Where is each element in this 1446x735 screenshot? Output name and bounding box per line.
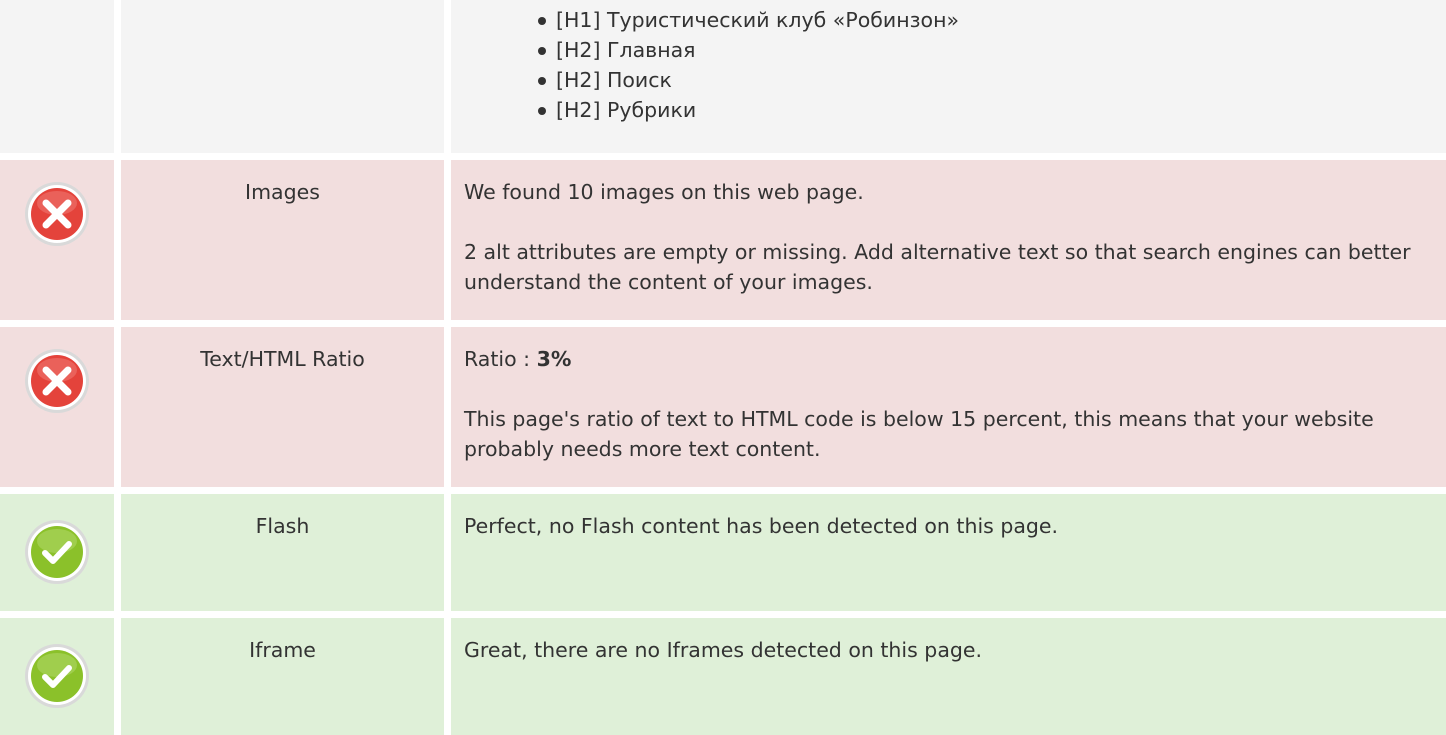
iframe-summary: Great, there are no Iframes detected on … — [464, 638, 983, 662]
images-label: Images — [245, 180, 320, 204]
flash-status-cell — [0, 494, 114, 611]
images-summary: We found 10 images on this web page. — [464, 180, 864, 204]
flash-desc-cell: Perfect, no Flash content has been detec… — [451, 494, 1446, 611]
ratio-advice: This page's ratio of text to HTML code i… — [464, 407, 1374, 461]
heading-list: [H1] Туристический клуб «Робинзон» [H2] … — [451, 5, 1446, 125]
ratio-label-cell: Text/HTML Ratio — [121, 327, 444, 487]
images-status-cell — [0, 160, 114, 320]
flash-summary: Perfect, no Flash content has been detec… — [464, 514, 1059, 538]
iframe-label: Iframe — [249, 638, 316, 662]
iframe-status-cell — [0, 618, 114, 735]
iframe-label-cell: Iframe — [121, 618, 444, 735]
iframe-row: Iframe Great, there are no Iframes detec… — [0, 618, 1446, 735]
flash-label-cell: Flash — [121, 494, 444, 611]
error-x-icon — [22, 346, 92, 416]
flash-row: Flash Perfect, no Flash content has been… — [0, 494, 1446, 611]
heading-item: [H1] Туристический клуб «Робинзон» — [538, 5, 1446, 35]
iframe-desc-cell: Great, there are no Iframes detected on … — [451, 618, 1446, 735]
images-advice: 2 alt attributes are empty or missing. A… — [464, 240, 1411, 294]
headings-row: [H1] Туристический клуб «Робинзон» [H2] … — [0, 0, 1446, 153]
headings-desc-cell: [H1] Туристический клуб «Робинзон» [H2] … — [451, 0, 1446, 153]
heading-item: [H2] Главная — [538, 35, 1446, 65]
images-row: Images We found 10 images on this web pa… — [0, 160, 1446, 320]
heading-item: [H2] Поиск — [538, 65, 1446, 95]
ratio-prefix: Ratio : — [464, 347, 537, 371]
images-label-cell: Images — [121, 160, 444, 320]
ratio-summary: Ratio : 3% — [464, 344, 1432, 374]
error-x-icon — [22, 179, 92, 249]
ratio-status-cell — [0, 327, 114, 487]
images-desc-cell: We found 10 images on this web page. 2 a… — [451, 160, 1446, 320]
check-icon — [22, 641, 92, 711]
heading-item: [H2] Рубрики — [538, 95, 1446, 125]
flash-label: Flash — [255, 514, 310, 538]
ratio-desc-cell: Ratio : 3% This page's ratio of text to … — [451, 327, 1446, 487]
check-icon — [22, 517, 92, 587]
headings-icon-cell — [0, 0, 114, 153]
headings-label-cell — [121, 0, 444, 153]
ratio-label: Text/HTML Ratio — [200, 347, 365, 371]
seo-report: [H1] Туристический клуб «Робинзон» [H2] … — [0, 0, 1446, 735]
text-html-ratio-row: Text/HTML Ratio Ratio : 3% This page's r… — [0, 327, 1446, 487]
ratio-value: 3% — [536, 347, 572, 371]
